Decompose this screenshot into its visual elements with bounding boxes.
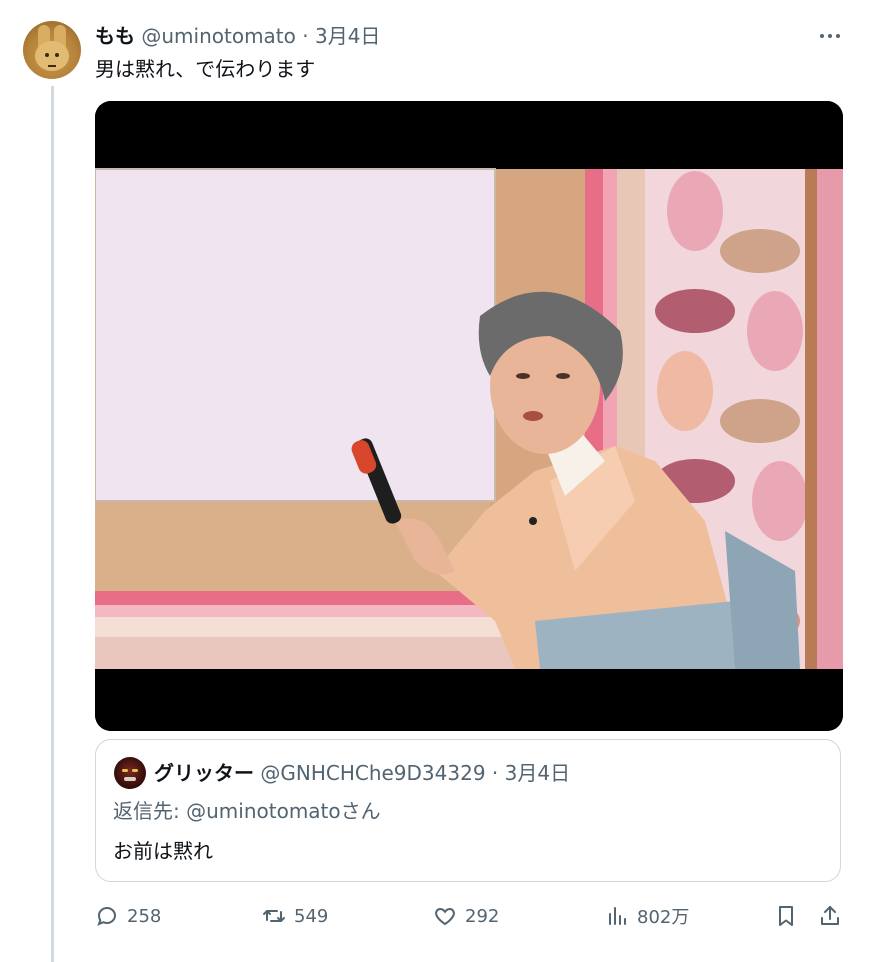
tweet-media-image[interactable] [95, 101, 843, 731]
quote-date[interactable]: 3月4日 [505, 761, 570, 785]
author-name[interactable]: もも [95, 24, 135, 48]
retweet-count: 549 [294, 905, 329, 927]
bookmark-button[interactable] [774, 900, 798, 932]
tweet-header: もも @uminotomato · 3月4日 [95, 22, 380, 50]
author-avatar[interactable] [23, 21, 81, 79]
reply-prefix: 返信先: [113, 799, 187, 823]
share-button[interactable] [818, 900, 842, 932]
reply-suffix: さん [340, 799, 381, 823]
quote-author-avatar[interactable] [114, 757, 146, 789]
reply-mention-link[interactable]: @uminotomato [186, 799, 341, 823]
quote-author-handle[interactable]: @GNHCHChe9D34329 [260, 761, 485, 785]
views-count: 802万 [637, 907, 690, 928]
thread-line [51, 86, 54, 962]
reply-count: 258 [127, 905, 162, 927]
retweet-icon [263, 910, 285, 922]
quote-tweet-card[interactable]: グリッター @GNHCHChe9D34329 · 3月4日 返信先: @umin… [95, 739, 841, 882]
author-handle[interactable]: @uminotomato [141, 24, 296, 48]
quote-author-name[interactable]: グリッター [154, 761, 254, 785]
reply-icon [97, 906, 117, 926]
quote-header-separator: · [491, 761, 499, 785]
retweet-button[interactable]: 549 [262, 900, 328, 932]
reply-button[interactable]: 258 [95, 900, 161, 932]
quote-reply-to: 返信先: @uminotomatoさん [113, 797, 381, 825]
views-button[interactable]: 802万 [605, 900, 689, 932]
tweet-date[interactable]: 3月4日 [315, 24, 380, 48]
share-icon [821, 906, 839, 925]
header-separator: · [302, 24, 309, 48]
like-count: 292 [465, 905, 500, 927]
like-button[interactable]: 292 [433, 900, 499, 932]
quote-header: グリッター @GNHCHChe9D34329 · 3月4日 [154, 759, 570, 787]
heart-icon [435, 907, 455, 926]
more-horizontal-icon[interactable] [815, 24, 845, 48]
bookmark-icon [779, 906, 793, 926]
tweet-action-bar: 258 549 292 802万 [95, 900, 845, 932]
quote-text: お前は黙れ [113, 839, 213, 863]
tweet-text: 男は黙れ、で伝わります [95, 57, 316, 81]
views-chart-icon [609, 907, 626, 925]
